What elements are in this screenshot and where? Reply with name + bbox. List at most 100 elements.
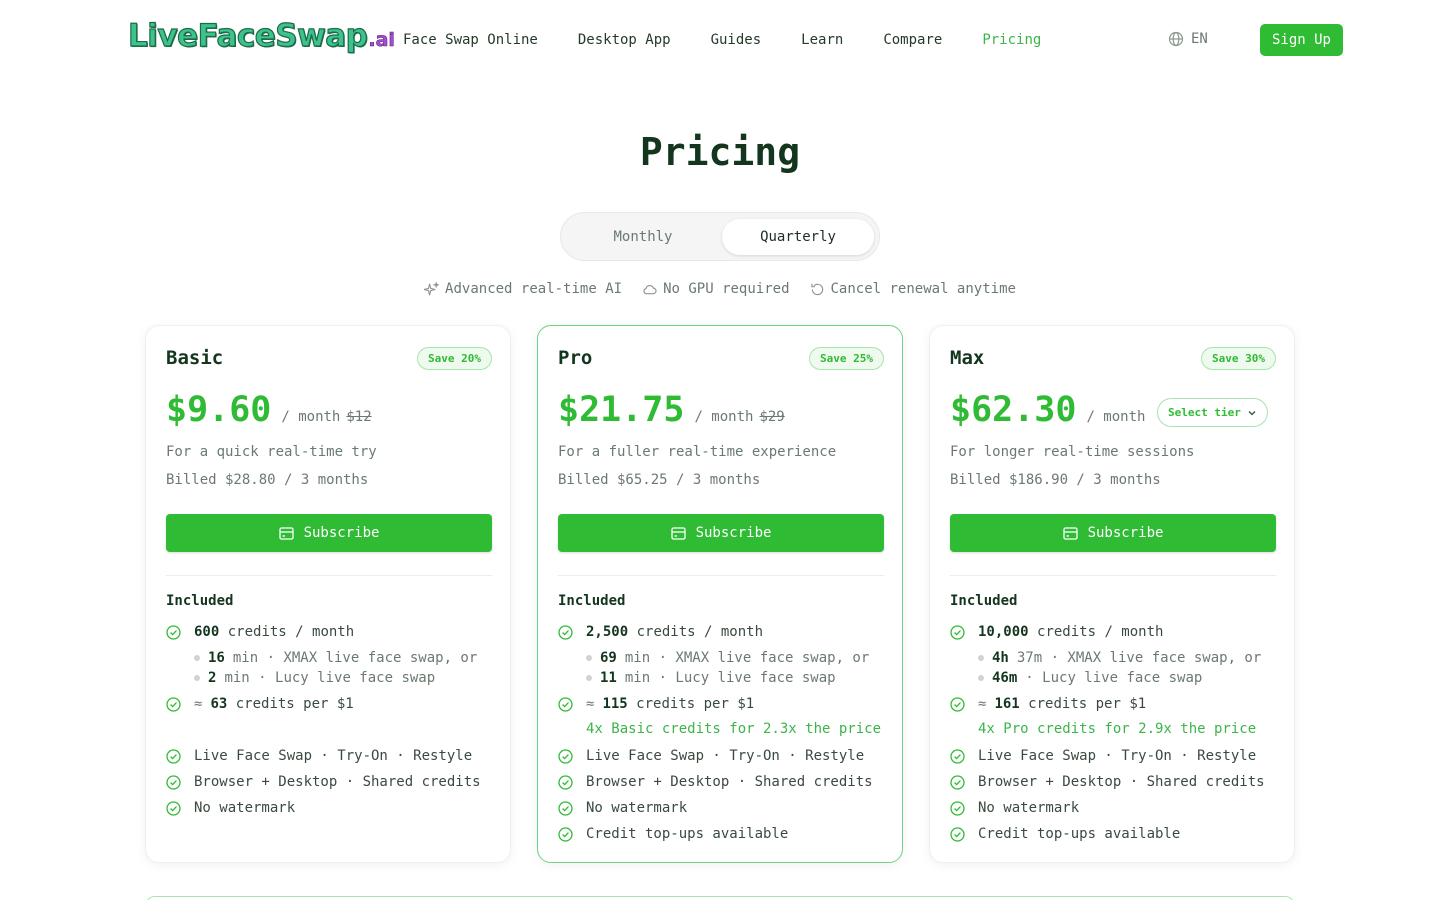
nav-learn[interactable]: Learn xyxy=(801,31,843,49)
feature-label: Browser + Desktop · Shared credits xyxy=(978,774,1265,790)
check-circle-icon xyxy=(950,826,965,842)
feature-item: Live Face Swap · Try-On · Restyle xyxy=(166,747,472,765)
perk-label: No GPU required xyxy=(663,281,790,297)
credit-card-icon xyxy=(670,526,686,540)
divider xyxy=(558,575,884,576)
perk-label: Cancel renewal anytime xyxy=(830,281,1016,297)
credits-feature: 600 credits / month xyxy=(166,623,354,641)
per-dollar-text: credits per $1 xyxy=(1028,696,1147,712)
original-price: $29 xyxy=(759,409,785,425)
check-circle-icon xyxy=(950,696,965,712)
plan-description: For a fuller real-time experience xyxy=(558,444,837,460)
usage-xmax: 16 min · XMAX live face swap, or xyxy=(194,649,477,667)
feature-label: Credit top-ups available xyxy=(978,826,1181,842)
usage-lucy-text: min · Lucy live face swap xyxy=(624,670,836,686)
language-selector[interactable]: EN xyxy=(1168,31,1208,47)
tier-select-dropdown[interactable]: Select tier xyxy=(1157,398,1268,427)
sign-up-button[interactable]: Sign Up xyxy=(1260,24,1343,56)
feature-label: Live Face Swap · Try-On · Restyle xyxy=(978,748,1257,764)
per-dollar-text: credits per $1 xyxy=(235,696,354,712)
credits-text: credits / month xyxy=(227,624,355,640)
site-header: LiveFaceSwap .ai Face Swap Online Deskto… xyxy=(0,0,1440,80)
billing-toggle: Monthly Quarterly xyxy=(560,212,880,261)
credits-text: credits / month xyxy=(636,624,764,640)
nav-pricing[interactable]: Pricing xyxy=(982,31,1041,49)
per-dollar-value: 115 xyxy=(602,696,628,712)
credits-feature: 10,000 credits / month xyxy=(950,623,1163,641)
divider xyxy=(950,575,1276,576)
price-period: / month xyxy=(694,409,754,425)
subscribe-button[interactable]: Subscribe xyxy=(166,514,492,552)
nav-guides[interactable]: Guides xyxy=(711,31,762,49)
billing-quarterly-option[interactable]: Quarterly xyxy=(722,219,874,255)
credits-amount: 10,000 xyxy=(978,624,1029,640)
subscribe-button[interactable]: Subscribe xyxy=(558,514,884,552)
usage-lucy: 11 min · Lucy live face swap xyxy=(586,669,836,687)
usage-xmax: 69 min · XMAX live face swap, or xyxy=(586,649,869,667)
nav-face-swap-online[interactable]: Face Swap Online xyxy=(403,31,538,49)
usage-xmax-value: 16 xyxy=(208,650,225,666)
price-period: / month xyxy=(1086,409,1146,425)
billing-note: Billed $65.25 / 3 months xyxy=(558,472,761,488)
approx-sign: ≈ xyxy=(586,696,595,712)
plan-name: Max xyxy=(950,347,985,369)
credit-card-icon xyxy=(278,526,294,540)
credits-per-dollar: ≈161 credits per $1 xyxy=(950,695,1146,713)
subscribe-label: Subscribe xyxy=(695,525,772,541)
usage-lucy-value: 11 xyxy=(600,670,617,686)
per-dollar-text: credits per $1 xyxy=(636,696,755,712)
usage-lucy: 46m · Lucy live face swap xyxy=(978,669,1202,687)
perk-gpu: No GPU required xyxy=(642,281,790,297)
nav-desktop-app[interactable]: Desktop App xyxy=(578,31,671,49)
feature-item: Credit top-ups available xyxy=(558,825,788,843)
plan-name: Pro xyxy=(558,347,593,369)
plan-description: For longer real-time sessions xyxy=(950,444,1195,460)
sparkle-icon xyxy=(424,281,440,295)
nav-compare[interactable]: Compare xyxy=(883,31,942,49)
bullet xyxy=(586,675,592,681)
usage-xmax-text: 37m · XMAX live face swap, or xyxy=(1016,650,1262,666)
value-comparison-note: 4x Pro credits for 2.9x the price xyxy=(978,721,1257,737)
check-circle-icon xyxy=(950,774,965,790)
feature-label: No watermark xyxy=(194,800,296,816)
divider xyxy=(166,575,492,576)
perks-row: Advanced real-time AI No GPU required Ca… xyxy=(0,281,1440,297)
per-dollar-value: 63 xyxy=(210,696,228,712)
price-period: / month xyxy=(281,409,341,425)
page-title: Pricing xyxy=(639,130,801,174)
credits-per-dollar: ≈63 credits per $1 xyxy=(166,695,354,713)
logo[interactable]: LiveFaceSwap .ai xyxy=(127,17,395,54)
billing-monthly-option[interactable]: Monthly xyxy=(565,219,721,255)
cloud-icon xyxy=(643,284,657,294)
credits-amount: 2,500 xyxy=(586,624,629,640)
subscribe-button[interactable]: Subscribe xyxy=(950,514,1276,552)
perk-cancel: Cancel renewal anytime xyxy=(810,281,1016,297)
feature-item: Browser + Desktop · Shared credits xyxy=(558,773,873,791)
next-section-card-edge xyxy=(145,896,1295,900)
plan-price: $62.30 xyxy=(950,390,1077,430)
price-row: $62.30 / month xyxy=(950,390,1145,430)
plan-card-pro: Pro Save 25% $21.75 / month $29 For a fu… xyxy=(537,325,903,863)
feature-item: Live Face Swap · Try-On · Restyle xyxy=(558,747,864,765)
usage-xmax: 4h 37m · XMAX live face swap, or xyxy=(978,649,1261,667)
check-circle-icon xyxy=(166,800,181,816)
bullet xyxy=(194,675,200,681)
check-circle-icon xyxy=(950,624,965,640)
perk-ai: Advanced real-time AI xyxy=(424,281,622,297)
check-circle-icon xyxy=(950,800,965,816)
language-label: EN xyxy=(1191,31,1208,47)
feature-item: Browser + Desktop · Shared credits xyxy=(950,773,1265,791)
feature-label: Browser + Desktop · Shared credits xyxy=(194,774,481,790)
billing-note: Billed $186.90 / 3 months xyxy=(950,472,1161,488)
feature-item: Live Face Swap · Try-On · Restyle xyxy=(950,747,1256,765)
usage-lucy-text: min · Lucy live face swap xyxy=(224,670,436,686)
logo-suffix: .ai xyxy=(368,29,395,52)
refresh-icon xyxy=(810,283,823,295)
credits-amount: 600 xyxy=(194,624,220,640)
feature-label: Credit top-ups available xyxy=(586,826,789,842)
credits-text: credits / month xyxy=(1037,624,1164,640)
plan-name: Basic xyxy=(166,347,224,369)
feature-label: No watermark xyxy=(586,800,688,816)
check-circle-icon xyxy=(950,748,965,764)
usage-lucy-text: · Lucy live face swap xyxy=(1025,670,1203,686)
